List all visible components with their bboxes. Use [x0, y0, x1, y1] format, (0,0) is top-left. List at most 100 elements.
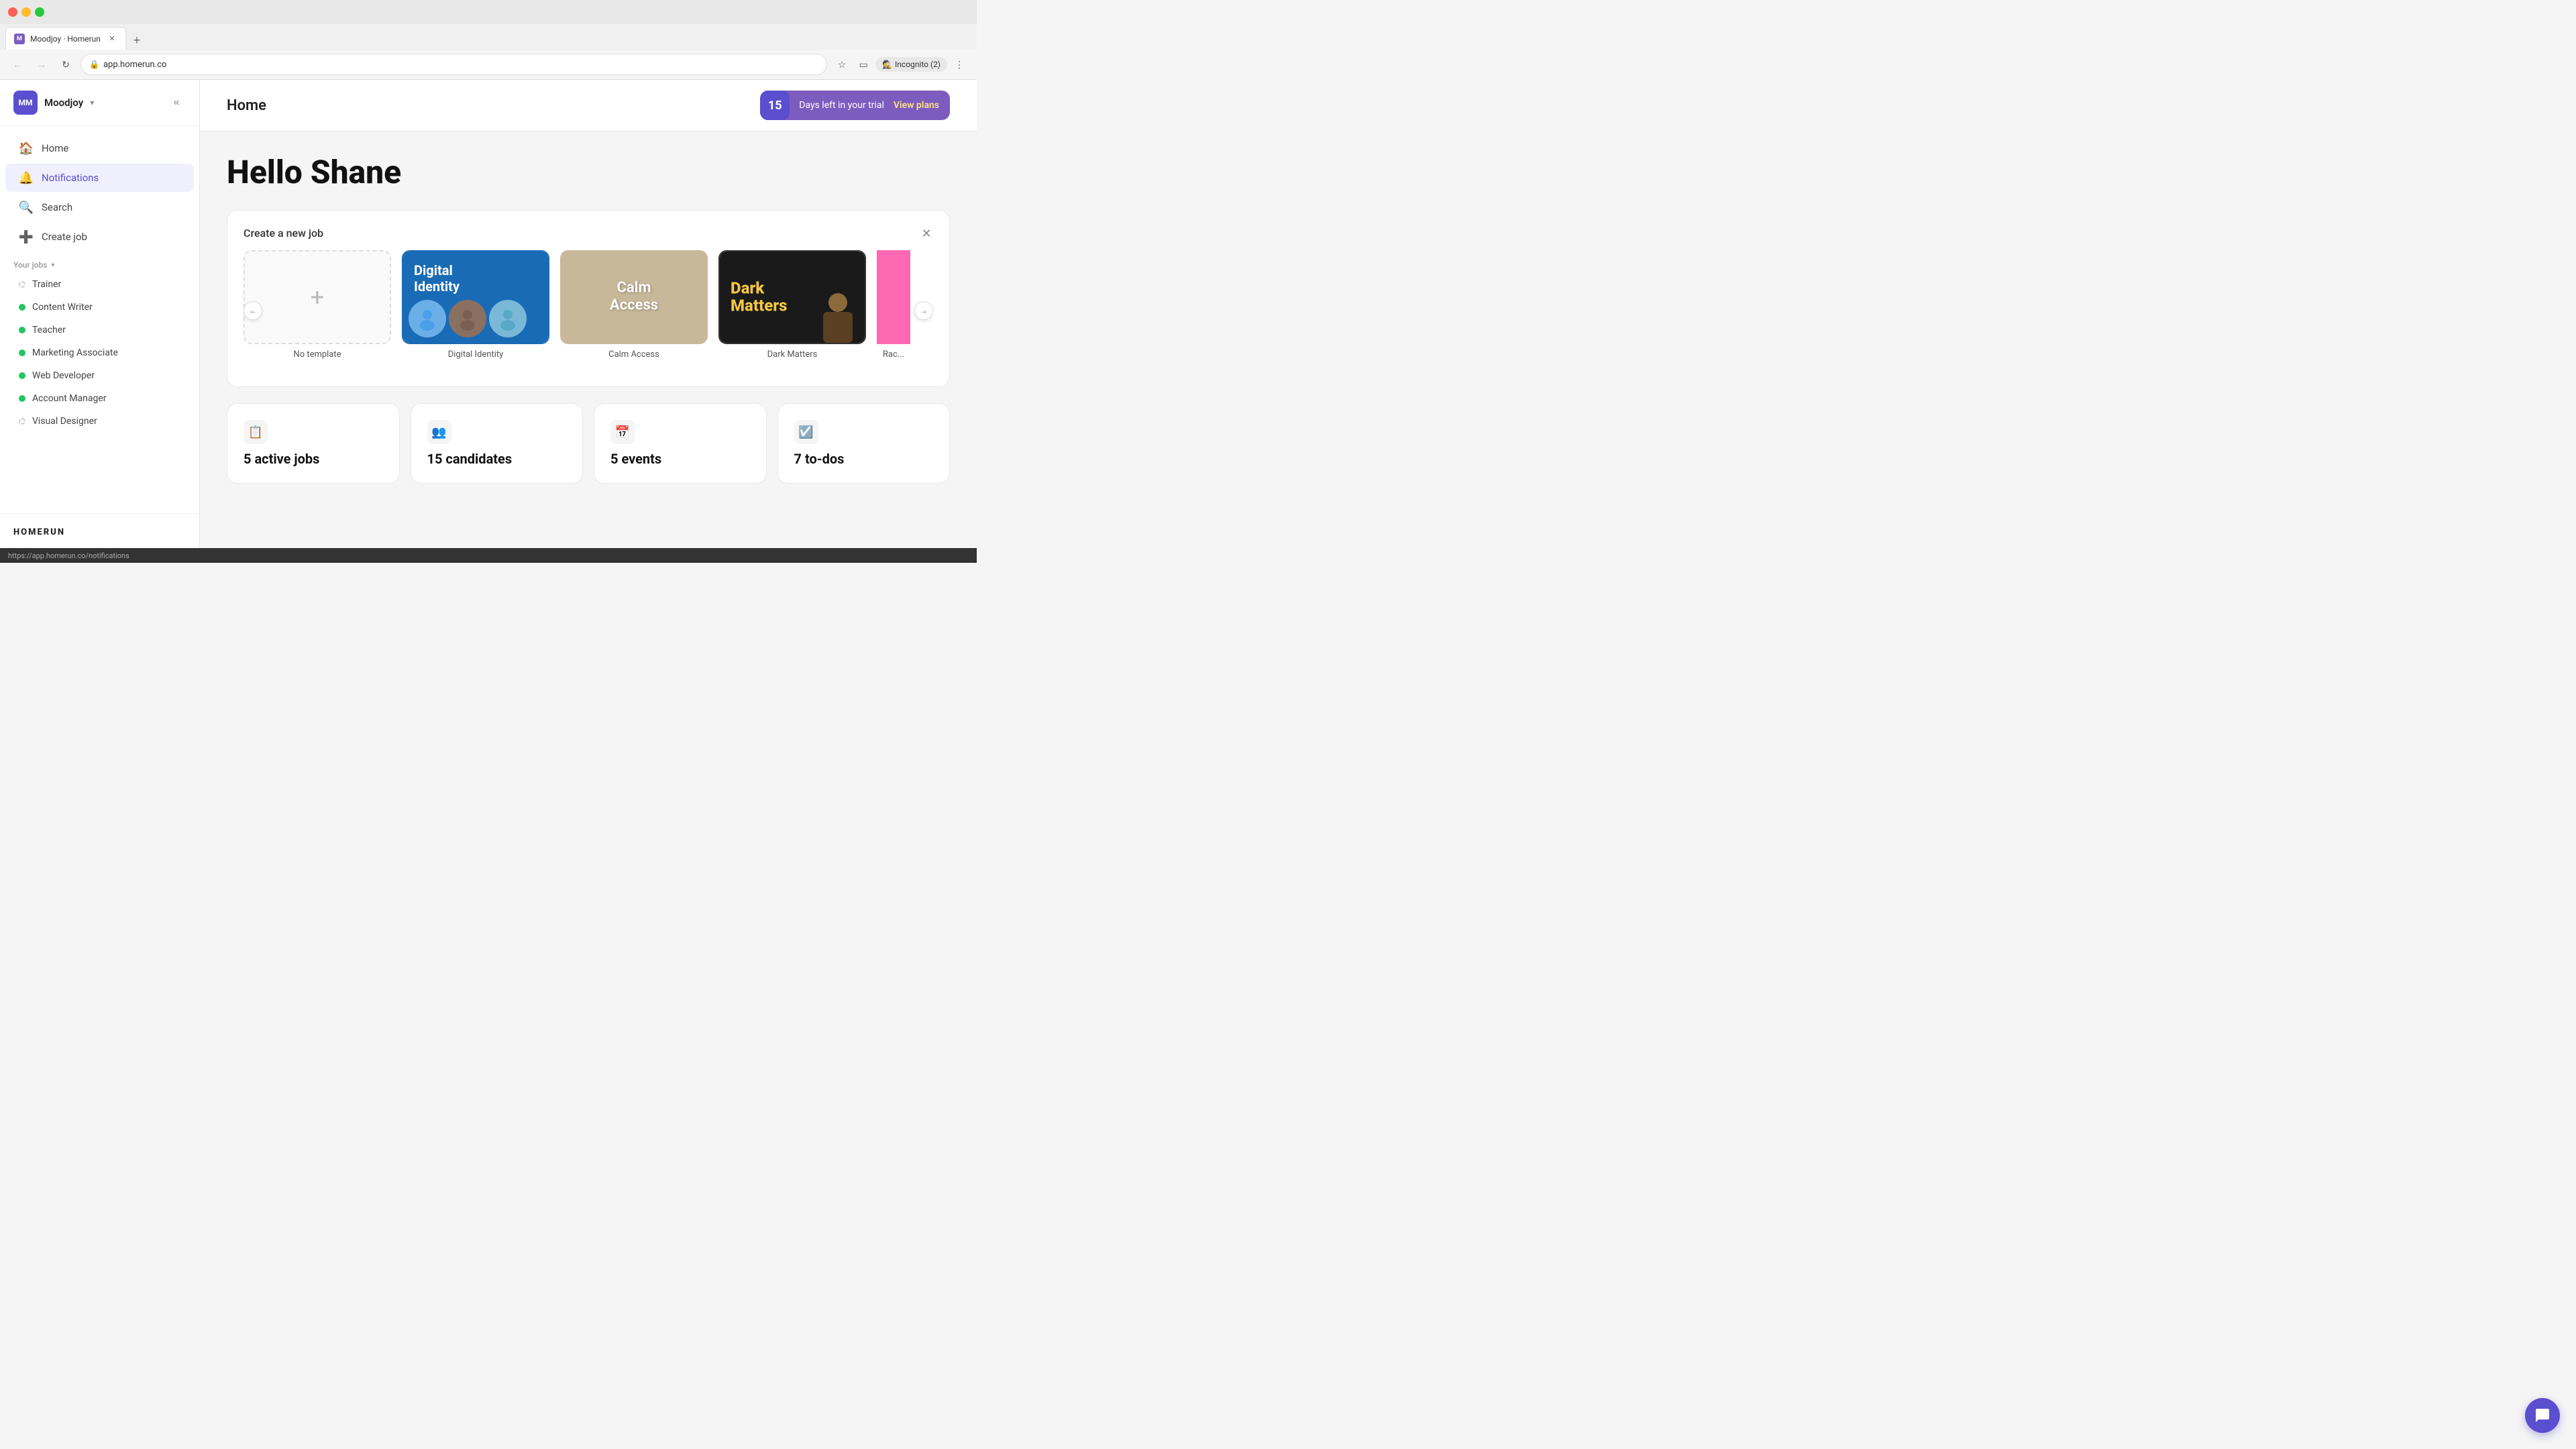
stat-icon-row-todos: ☑️ — [794, 420, 934, 444]
job-label-trainer: Trainer — [32, 279, 61, 290]
incognito-badge[interactable]: 🕵 Incognito (2) — [875, 57, 947, 72]
greeting-heading: Hello Shane — [227, 153, 950, 191]
sidebar-item-notifications[interactable]: 🔔 Notifications — [5, 164, 194, 192]
active-jobs-icon: 📋 — [244, 420, 268, 444]
active-tab[interactable]: M Moodjoy · Homerun ✕ — [5, 27, 126, 50]
events-icon: 📅 — [610, 420, 635, 444]
window-minimize-button[interactable] — [21, 7, 31, 17]
di-photo-2 — [449, 300, 486, 337]
di-photo-3 — [489, 300, 527, 337]
brand-avatar: MM — [13, 91, 38, 115]
digital-identity-preview: DigitalIdentity — [403, 252, 548, 343]
new-tab-button[interactable]: + — [127, 31, 146, 50]
job-item-marketing-associate[interactable]: Marketing Associate — [5, 342, 194, 364]
url-text: app.homerun.co — [103, 60, 166, 70]
tab-title: Moodjoy · Homerun — [30, 34, 101, 44]
sidebar-toggle-button[interactable]: ▭ — [854, 55, 873, 74]
job-dot-account-manager — [19, 395, 25, 402]
template-digital-identity[interactable]: DigitalIdentity — [402, 250, 549, 360]
notifications-icon: 🔔 — [19, 170, 34, 185]
template-label-dark-matters: Dark Matters — [767, 350, 818, 360]
template-card-no-template: + — [244, 250, 391, 344]
stat-card-active-jobs[interactable]: 📋 5 active jobs — [227, 403, 400, 484]
more-button[interactable]: ⋮ — [950, 55, 969, 74]
job-item-content-writer[interactable]: Content Writer — [5, 297, 194, 318]
tab-close-button[interactable]: ✕ — [107, 34, 117, 44]
di-title: DigitalIdentity — [414, 262, 460, 294]
template-no-template[interactable]: + No template — [244, 250, 391, 360]
stat-value-active-jobs: 5 active jobs — [244, 451, 383, 467]
create-job-close-button[interactable]: ✕ — [917, 224, 936, 243]
job-label-content-writer: Content Writer — [32, 302, 93, 313]
bookmark-button[interactable]: ☆ — [833, 55, 851, 74]
job-dot-web-developer — [19, 372, 25, 379]
job-label-visual-designer: Visual Designer — [32, 416, 97, 427]
window-controls — [8, 7, 44, 17]
sidebar-item-search-label: Search — [42, 201, 72, 213]
main-content: Home 15 Days left in your trial View pla… — [200, 80, 977, 548]
forward-button[interactable]: → — [32, 55, 51, 74]
stat-value-events: 5 events — [610, 451, 750, 467]
job-item-account-manager[interactable]: Account Manager — [5, 388, 194, 409]
stat-icon-row-events: 📅 — [610, 420, 750, 444]
templates-scroll-right-button[interactable]: → — [914, 301, 933, 320]
window-maximize-button[interactable] — [35, 7, 44, 17]
stat-card-events[interactable]: 📅 5 events — [594, 403, 767, 484]
sidebar-item-home-label: Home — [42, 142, 68, 154]
home-icon: 🏠 — [19, 141, 34, 156]
brand-button[interactable]: MM Moodjoy ▾ — [13, 91, 94, 115]
jobs-section-label: Your jobs — [13, 260, 47, 270]
template-dark-matters[interactable]: DarkMatters Dark Matters — [718, 250, 866, 360]
template-calm-access[interactable]: CalmAccess Calm Access — [560, 250, 708, 360]
job-label-account-manager: Account Manager — [32, 393, 107, 404]
dm-title: DarkMatters — [731, 280, 787, 315]
sidebar-collapse-button[interactable]: « — [167, 93, 186, 112]
job-dot-content-writer — [19, 304, 25, 311]
templates-scroll-left-button[interactable]: ← — [244, 301, 262, 320]
brand-chevron-icon: ▾ — [90, 98, 94, 107]
address-bar[interactable]: 🔒 app.homerun.co — [80, 54, 827, 75]
calm-access-preview: CalmAccess — [561, 252, 706, 343]
job-item-trainer[interactable]: Trainer — [5, 274, 194, 295]
template-race[interactable]: Rac... — [877, 250, 910, 360]
trial-text: Days left in your trial — [790, 100, 894, 111]
job-item-visual-designer[interactable]: Visual Designer — [5, 411, 194, 432]
reload-button[interactable]: ↻ — [56, 55, 75, 74]
job-item-teacher[interactable]: Teacher — [5, 319, 194, 341]
homerun-logo: HOMERUN — [13, 527, 65, 537]
window-close-button[interactable] — [8, 7, 17, 17]
job-item-web-developer[interactable]: Web Developer — [5, 365, 194, 386]
stat-icon-row-active-jobs: 📋 — [244, 420, 383, 444]
nav-bar: ← → ↻ 🔒 app.homerun.co ☆ ▭ 🕵 Incognito (… — [0, 50, 977, 79]
sidebar-item-create-job[interactable]: ➕ Create job — [5, 223, 194, 251]
nav-actions: ☆ ▭ 🕵 Incognito (2) ⋮ — [833, 55, 969, 74]
tab-bar: M Moodjoy · Homerun ✕ + — [0, 24, 977, 50]
chat-icon — [2534, 1407, 2551, 1424]
stat-icon-row-candidates: 👥 — [427, 420, 567, 444]
sidebar: MM Moodjoy ▾ « 🏠 Home 🔔 Notifications 🔍 … — [0, 80, 200, 548]
back-button[interactable]: ← — [8, 55, 27, 74]
sidebar-header: MM Moodjoy ▾ « — [0, 80, 199, 126]
trial-days-badge: 15 — [760, 91, 790, 120]
job-dot-visual-designer — [19, 418, 25, 425]
stat-value-todos: 7 to-dos — [794, 451, 934, 467]
templates-row: + No template DigitalIdentity — [244, 250, 933, 370]
stat-card-candidates[interactable]: 👥 15 candidates — [411, 403, 584, 484]
jobs-section-header: Your jobs ▾ — [0, 252, 199, 274]
trial-banner: 15 Days left in your trial View plans — [760, 91, 950, 120]
template-label-digital-identity: Digital Identity — [448, 350, 504, 360]
template-card-digital-identity: DigitalIdentity — [402, 250, 549, 344]
sidebar-item-home[interactable]: 🏠 Home — [5, 134, 194, 162]
candidates-icon: 👥 — [427, 420, 451, 444]
view-plans-link[interactable]: View plans — [894, 100, 950, 111]
lock-icon: 🔒 — [89, 60, 99, 69]
stat-card-todos[interactable]: ☑️ 7 to-dos — [777, 403, 951, 484]
chat-button[interactable] — [2525, 1398, 2560, 1433]
template-label-calm-access: Calm Access — [608, 350, 659, 360]
incognito-icon: 🕵 — [882, 60, 892, 69]
sidebar-item-search[interactable]: 🔍 Search — [5, 193, 194, 221]
di-photo-1 — [409, 300, 446, 337]
job-label-marketing-associate: Marketing Associate — [32, 347, 118, 358]
sidebar-item-notifications-label: Notifications — [42, 172, 99, 184]
todos-icon: ☑️ — [794, 420, 818, 444]
